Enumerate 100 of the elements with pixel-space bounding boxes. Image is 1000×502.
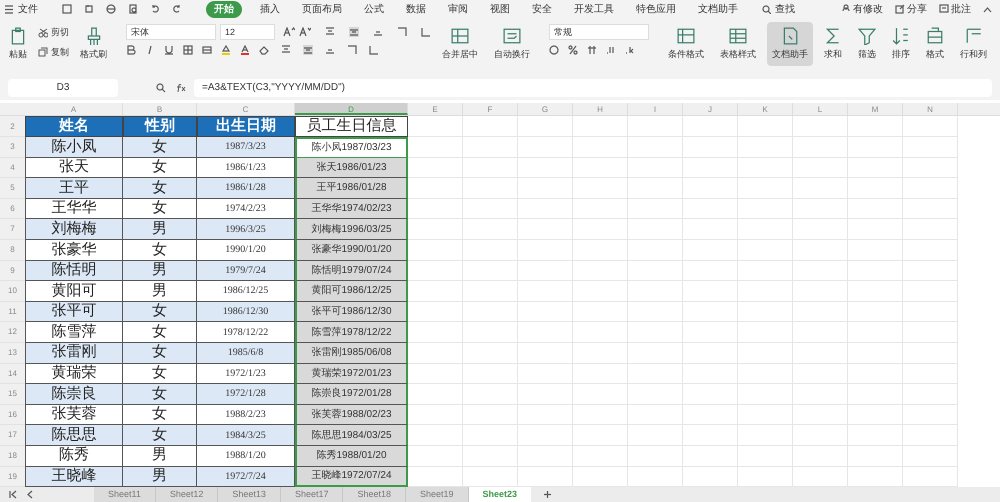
row-number: 14 [0, 364, 25, 384]
font-color-icon[interactable] [240, 45, 250, 55]
table-cell: 陈小凤 [25, 137, 123, 158]
table-cell: 男 [123, 219, 197, 240]
align-icon[interactable] [421, 27, 431, 37]
menu-tab[interactable]: 审阅 [444, 2, 472, 16]
align-icon[interactable] [397, 27, 407, 37]
table-cell: 男 [123, 446, 197, 466]
cell-fill-icon[interactable] [202, 45, 212, 55]
fill-color-icon[interactable] [221, 45, 231, 55]
menu-link[interactable]: 有修改 [853, 2, 883, 16]
undo-icon[interactable] [150, 4, 160, 14]
table-cell: 1974/2/23 [197, 198, 295, 220]
font-size-field[interactable]: 12 [220, 24, 275, 40]
table-cell: 陈雪萍 [25, 322, 123, 343]
menu-tab[interactable]: 文档助手 [694, 2, 742, 16]
table-cell: 1972/7/24 [197, 466, 295, 488]
table-cell: 张豪华 [25, 240, 123, 261]
menu-tab[interactable]: 开发工具 [570, 2, 618, 16]
menu-link[interactable]: 批注 [951, 2, 971, 16]
menu-tab[interactable]: 安全 [528, 2, 556, 16]
redo-icon[interactable] [172, 4, 182, 14]
increase-decimal-icon[interactable] [606, 45, 616, 55]
table-cell: 1986/1/23 [197, 158, 295, 178]
search-link[interactable]: 查找 [775, 2, 795, 16]
border-icon[interactable] [183, 45, 193, 55]
row-number: 16 [0, 404, 25, 426]
table-cell: 女 [123, 198, 197, 220]
clipboard-icon [9, 26, 27, 45]
toolbar-button[interactable]: 复制 [38, 46, 69, 59]
toolbar-button[interactable]: 文档助手 [767, 22, 813, 66]
table-cell: 1986/12/25 [197, 281, 295, 302]
menu-tab[interactable]: 数据 [402, 2, 430, 16]
table-cell: 王华华 [25, 198, 123, 220]
font-field[interactable]: 宋体 [126, 24, 216, 40]
table-cell: 张雷刚1985/06/08 [295, 342, 408, 364]
toolbar-button[interactable]: 行和列 [955, 22, 992, 66]
menu-tab[interactable]: 公式 [360, 2, 388, 16]
formula-field[interactable]: =A3&TEXT(C3,"YYYY/MM/DD") [194, 79, 992, 97]
row-number: 10 [0, 281, 25, 302]
table-cell: 1986/12/30 [197, 302, 295, 322]
number-format-field[interactable]: 常规 [549, 24, 649, 40]
align-icon[interactable] [303, 45, 313, 55]
zoom-icon [156, 83, 166, 93]
preview-icon[interactable] [128, 4, 138, 14]
table-cell: 陈思思1984/03/25 [295, 425, 408, 446]
table-cell: 王华华1974/02/23 [295, 198, 408, 220]
table-cell: 张天1986/01/23 [295, 158, 408, 178]
grow-font-icon [283, 27, 295, 37]
underline-icon[interactable] [164, 45, 174, 55]
table-cell: 陈秀1988/01/20 [295, 446, 408, 466]
align-icon[interactable] [281, 45, 291, 55]
row-number: 13 [0, 342, 25, 364]
toolbar-button[interactable]: 合并居中 [437, 22, 483, 66]
row-number: 3 [0, 137, 25, 158]
decrease-decimal-icon[interactable] [625, 45, 635, 55]
toolbar-button[interactable]: 格式 [921, 22, 949, 66]
menu-tab[interactable]: 视图 [486, 2, 514, 16]
toolbar-button[interactable]: 条件格式 [663, 22, 709, 66]
toolbar-button[interactable]: 表格样式 [715, 22, 761, 66]
table-cell: 陈小凤1987/03/23 [295, 137, 408, 158]
percent-icon[interactable] [568, 45, 578, 55]
toolbar-button[interactable]: 筛选 [853, 22, 881, 66]
menu-tab[interactable]: 开始 [206, 0, 242, 18]
toolbar-button[interactable]: 剪切 [38, 26, 69, 40]
table-cell: 1986/1/28 [197, 178, 295, 199]
header-cell: 员工生日信息 [295, 116, 408, 137]
toolbar-button[interactable]: 排序 [887, 22, 915, 66]
toolbar-button[interactable]: 粘贴 [4, 22, 32, 66]
file-menu[interactable]: 文件 [18, 2, 38, 16]
align-icon[interactable] [347, 45, 357, 55]
menu-tab[interactable]: 插入 [256, 2, 284, 16]
row-number: 7 [0, 219, 25, 240]
menu-tab[interactable]: 特色应用 [632, 2, 680, 16]
save-icon[interactable] [62, 4, 72, 14]
row-number: 9 [0, 260, 25, 282]
table-cell: 1972/1/28 [197, 384, 295, 405]
table-cell: 1987/3/23 [197, 137, 295, 158]
row-number: 19 [0, 466, 25, 488]
table-cell: 黄瑞荣 [25, 364, 123, 384]
copy-icon [38, 47, 48, 58]
bold-icon[interactable] [126, 45, 136, 55]
menu-tab[interactable]: 页面布局 [298, 2, 346, 16]
thousands-icon[interactable] [587, 45, 597, 55]
align-icon[interactable] [325, 27, 335, 37]
align-icon[interactable] [349, 27, 359, 37]
table-cell: 刘梅梅 [25, 219, 123, 240]
merge-cells-icon [451, 26, 469, 45]
align-icon[interactable] [369, 45, 379, 55]
name-box[interactable]: D3 [8, 79, 118, 97]
function-icon[interactable] [174, 83, 186, 93]
sheet-tab[interactable]: Sheet23 [468, 487, 532, 502]
row-number: 5 [0, 178, 25, 199]
eraser-icon[interactable] [259, 45, 269, 55]
toolbar-button[interactable]: 格式刷 [75, 22, 112, 66]
menu-link[interactable]: 分享 [907, 2, 927, 16]
toolbar-button[interactable]: 求和 [819, 22, 847, 66]
table-cell: 女 [123, 240, 197, 261]
table-cell: 1972/1/23 [197, 364, 295, 384]
toolbar-button[interactable]: 自动换行 [489, 22, 535, 66]
